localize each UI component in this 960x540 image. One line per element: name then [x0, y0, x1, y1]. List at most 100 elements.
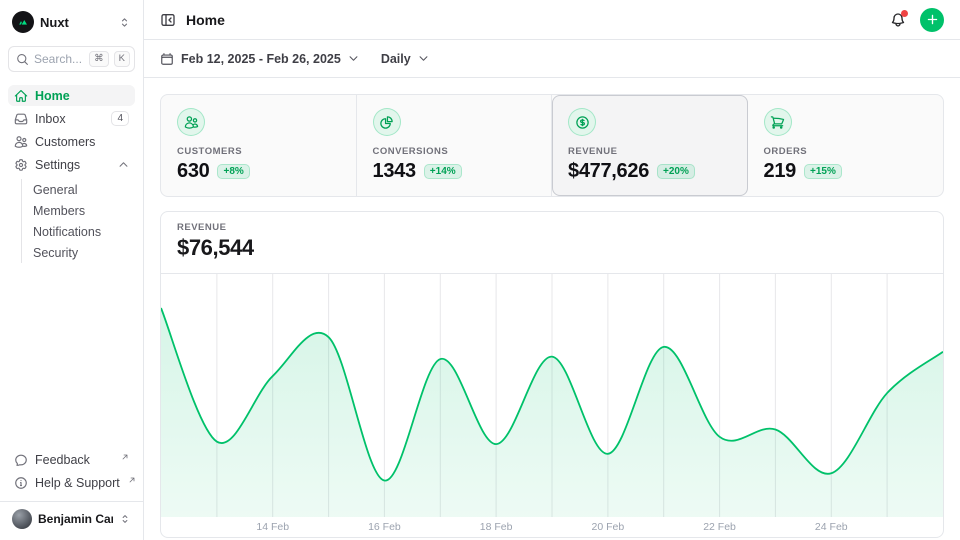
stat-card-orders[interactable]: ORDERS 219 +15% — [748, 95, 944, 196]
chevron-down-icon — [418, 53, 429, 64]
granularity-label: Daily — [381, 52, 411, 66]
kbd-cmd: ⌘ — [89, 51, 109, 67]
page-title: Home — [186, 12, 880, 28]
x-axis-tick: 18 Feb — [480, 521, 513, 533]
x-axis-tick: 24 Feb — [815, 521, 848, 533]
nuxt-logo-icon — [12, 11, 34, 33]
chevron-up-down-icon — [119, 513, 131, 525]
sidebar-spacer — [8, 263, 135, 449]
revenue-chart-svg — [161, 274, 943, 517]
dollar-circle-icon — [575, 115, 590, 130]
sidebar-subitem-general[interactable]: General — [22, 179, 135, 200]
settings-subnav: General Members Notifications Security — [21, 179, 135, 263]
pie-chart-icon — [379, 115, 394, 130]
subnav-label: General — [33, 183, 77, 197]
user-menu[interactable]: Benjamin Canac — [8, 506, 135, 532]
kbd-k: K — [114, 51, 130, 67]
sidebar-divider — [0, 501, 143, 502]
users-icon — [184, 115, 199, 130]
sidebar-subitem-security[interactable]: Security — [22, 242, 135, 263]
sidebar-item-help-support[interactable]: Help & Support — [8, 472, 135, 493]
subnav-label: Notifications — [33, 225, 101, 239]
chart-kicker: REVENUE — [177, 222, 927, 233]
add-button[interactable] — [920, 8, 944, 32]
chevron-down-icon — [348, 53, 359, 64]
workspace-switcher[interactable]: Nuxt — [8, 8, 135, 36]
date-range-picker[interactable]: Feb 12, 2025 - Feb 26, 2025 — [160, 52, 359, 66]
stat-card-customers[interactable]: CUSTOMERS 630 +8% — [161, 95, 357, 196]
cart-icon — [770, 115, 785, 130]
home-icon — [14, 89, 28, 103]
x-axis-tick: 16 Feb — [368, 521, 401, 533]
stat-label: CONVERSIONS — [373, 146, 536, 157]
sidebar-subitem-members[interactable]: Members — [22, 200, 135, 221]
search-placeholder: Search... — [34, 52, 84, 66]
header-actions — [890, 8, 944, 32]
inbox-count-badge: 4 — [111, 111, 129, 126]
chart-value: $76,544 — [177, 235, 927, 261]
chart-body: 14 Feb 16 Feb 18 Feb 20 Feb 22 Feb 24 Feb — [161, 274, 943, 537]
user-avatar — [12, 509, 32, 529]
stat-delta-badge: +14% — [424, 164, 462, 179]
stat-label: CUSTOMERS — [177, 146, 340, 157]
subnav-label: Security — [33, 246, 78, 260]
stat-delta-badge: +20% — [657, 164, 695, 179]
stat-delta-badge: +8% — [217, 164, 249, 179]
chart-header: REVENUE $76,544 — [161, 212, 943, 274]
x-axis-tick: 20 Feb — [591, 521, 624, 533]
chat-bubble-icon — [14, 453, 28, 467]
workspace-name: Nuxt — [40, 15, 112, 30]
sidebar-item-home[interactable]: Home — [8, 85, 135, 106]
sidebar-item-feedback[interactable]: Feedback — [8, 449, 135, 470]
notification-dot — [901, 10, 908, 17]
sidebar-item-label: Feedback — [35, 453, 113, 467]
external-link-icon — [121, 453, 129, 461]
revenue-chart-card: REVENUE $76,544 — [160, 211, 944, 538]
sidebar-subitem-notifications[interactable]: Notifications — [22, 221, 135, 242]
stat-value: 1343 — [373, 160, 416, 183]
filters-toolbar: Feb 12, 2025 - Feb 26, 2025 Daily — [144, 40, 960, 78]
sidebar-item-settings[interactable]: Settings — [8, 154, 135, 175]
user-name: Benjamin Canac — [38, 512, 113, 526]
stat-label: REVENUE — [568, 146, 731, 157]
page-header: Home — [144, 0, 960, 40]
stat-label: ORDERS — [764, 146, 928, 157]
sidebar-item-label: Customers — [35, 135, 129, 149]
inbox-icon — [14, 112, 28, 126]
sidebar-item-label: Settings — [35, 158, 111, 172]
stat-card-conversions[interactable]: CONVERSIONS 1343 +14% — [357, 95, 553, 196]
sidebar-item-customers[interactable]: Customers — [8, 131, 135, 152]
x-axis-tick: 14 Feb — [256, 521, 289, 533]
stat-value: 219 — [764, 160, 796, 183]
chevron-up-down-icon — [118, 16, 131, 29]
chevron-up-icon — [118, 159, 129, 170]
chart-plot[interactable] — [161, 274, 943, 517]
stat-delta-badge: +15% — [804, 164, 842, 179]
stat-value: 630 — [177, 160, 209, 183]
sidebar-item-inbox[interactable]: Inbox 4 — [8, 108, 135, 129]
external-link-icon — [128, 476, 136, 484]
sidebar-footer: Feedback Help & Support — [8, 449, 135, 493]
stat-value: $477,626 — [568, 160, 649, 183]
stat-card-revenue[interactable]: REVENUE $477,626 +20% — [552, 95, 748, 196]
sidebar-nav: Home Inbox 4 Customers Settings General … — [8, 85, 135, 263]
collapse-sidebar-icon[interactable] — [160, 12, 176, 28]
x-axis-tick: 22 Feb — [703, 521, 736, 533]
main-area: Home Feb 12, 2025 - Feb 26, 2025 Daily — [144, 0, 960, 540]
date-range-label: Feb 12, 2025 - Feb 26, 2025 — [181, 52, 341, 66]
search-icon — [16, 53, 29, 66]
sidebar-item-label: Inbox — [35, 112, 104, 126]
sidebar-item-label: Help & Support — [35, 476, 120, 490]
plus-icon — [926, 13, 939, 26]
subnav-label: Members — [33, 204, 85, 218]
granularity-select[interactable]: Daily — [381, 52, 429, 66]
sidebar-item-label: Home — [35, 89, 129, 103]
stats-row: CUSTOMERS 630 +8% CONVERSIONS 1343 +14% … — [160, 94, 944, 197]
sidebar: Nuxt Search... ⌘ K Home Inbox 4 Customer… — [0, 0, 144, 540]
users-icon — [14, 135, 28, 149]
info-circle-icon — [14, 476, 28, 490]
calendar-icon — [160, 52, 174, 66]
search-input[interactable]: Search... ⌘ K — [8, 46, 135, 72]
notifications-button[interactable] — [890, 12, 906, 28]
gear-icon — [14, 158, 28, 172]
